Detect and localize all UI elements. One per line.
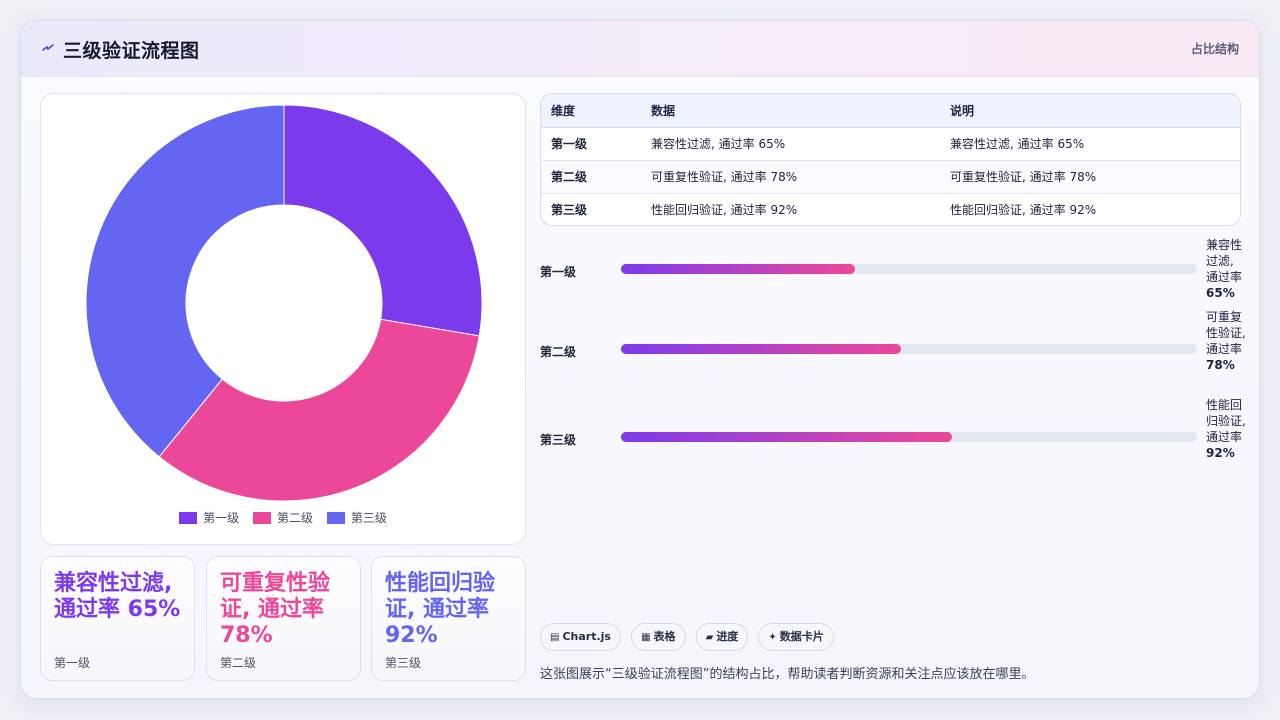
stat-label-3: 第三级: [385, 656, 422, 670]
legend-item-2[interactable]: 第二级: [252, 509, 313, 526]
lightning-icon: [42, 44, 54, 51]
legend-swatch-1: [179, 512, 198, 524]
table-cell: 第二级: [541, 160, 641, 194]
progress-text-3: 性能回归验证, 通过率 92%: [1206, 397, 1246, 461]
table-cell: 第三级: [551, 203, 588, 218]
chart-icon: ▤: [550, 632, 560, 643]
stat-value-1: 兼容性过滤, 通过率 65%: [54, 571, 181, 622]
progress-label-1: 第一级: [540, 265, 577, 279]
stat-label-1: 第一级: [54, 656, 91, 670]
chip-label: 表格: [653, 630, 676, 643]
data-table: 维度 数据 说明 第一级 兼容性过滤, 通过率 65% 兼容性过滤, 通过率 6…: [541, 94, 1240, 225]
legend-swatch-2: [252, 512, 271, 524]
donut-slice-1[interactable]: [283, 104, 483, 337]
progress-fill-3: [621, 432, 952, 442]
stat-card-3: 性能回归验证, 通过率 92% 第三级: [371, 556, 526, 681]
chip-label: 进度: [716, 630, 739, 643]
donut-chart: [85, 104, 483, 502]
table-row: 第一级 兼容性过滤, 通过率 65% 兼容性过滤, 通过率 65%: [541, 127, 1240, 161]
page-title: 三级验证流程图: [63, 40, 200, 62]
table-cell: 兼容性过滤, 通过率 65%: [641, 127, 940, 161]
stat-label-2: 第二级: [220, 656, 257, 670]
progress-value-1: 65%: [1206, 286, 1235, 300]
data-table-panel: 维度 数据 说明 第一级 兼容性过滤, 通过率 65% 兼容性过滤, 通过率 6…: [540, 93, 1241, 226]
stat-value-2: 可重复性验证, 通过率 78%: [220, 571, 331, 648]
category-badge: 占比结构: [1190, 42, 1239, 56]
donut-slice-2[interactable]: [158, 318, 480, 502]
legend-item-3[interactable]: 第三级: [326, 509, 387, 526]
table-cell: 性能回归验证, 通过率 92%: [950, 203, 1097, 218]
stat-card-2: 可重复性验证, 通过率 78% 第二级: [206, 556, 361, 681]
progress-track-1: [621, 264, 1197, 274]
chip-label: 数据卡片: [779, 630, 824, 643]
table-header-note: 说明: [940, 94, 1240, 128]
chip-chartjs[interactable]: ▤ Chart.js: [540, 623, 621, 651]
table-cell: 第一级: [541, 127, 641, 161]
table-icon: ▦: [641, 632, 651, 643]
legend-label-1: 第一级: [203, 511, 240, 525]
table-header-row: 维度 数据 说明: [541, 94, 1240, 128]
progress-value-3: 92%: [1206, 446, 1235, 460]
table-header-dimension: 维度: [541, 94, 641, 128]
legend-label-3: 第三级: [350, 511, 387, 525]
chip-data-cards[interactable]: ✦ 数据卡片: [758, 623, 834, 651]
table-cell: 性能回归验证, 通过率 92%: [651, 203, 798, 218]
table-row: 第三级 性能回归验证, 通过率 92% 性能回归验证, 通过率 92%: [541, 193, 1240, 225]
chip-label: Chart.js: [562, 630, 611, 643]
progress-label-2: 第二级: [540, 345, 577, 359]
header-bar: 三级验证流程图 占比结构: [21, 21, 1259, 77]
table-row: 第二级 可重复性验证, 通过率 78% 可重复性验证, 通过率 78%: [541, 160, 1240, 194]
progress-text-1: 兼容性过滤, 通过率 65%: [1206, 237, 1246, 301]
stat-value-3: 性能回归验证, 通过率 92%: [385, 571, 496, 648]
chart-description: 这张图展示“三级验证流程图”的结构占比，帮助读者判断资源和关注点应该放在哪里。: [540, 667, 1035, 682]
progress-desc-2: 可重复性验证, 通过率: [1206, 310, 1246, 356]
sparkle-icon: ✦: [768, 632, 777, 643]
chip-table[interactable]: ▦ 表格: [631, 623, 686, 651]
chart-legend: 第一级 第二级 第三级: [41, 509, 525, 526]
chip-progress[interactable]: ▰ 进度: [695, 623, 749, 651]
table-header-data: 数据: [641, 94, 940, 128]
progress-text-2: 可重复性验证, 通过率 78%: [1206, 309, 1246, 373]
progress-desc-3: 性能回归验证, 通过率: [1206, 398, 1246, 444]
table-cell: 兼容性过滤, 通过率 65%: [940, 127, 1240, 161]
progress-value-2: 78%: [1206, 358, 1235, 372]
stat-card-1: 兼容性过滤, 通过率 65% 第一级: [40, 556, 195, 681]
tag-chips: ▤ Chart.js ▦ 表格 ▰ 进度 ✦ 数据卡片: [540, 623, 839, 651]
progress-track-2: [621, 344, 1197, 354]
donut-chart-panel: 第一级 第二级 第三级: [40, 93, 526, 545]
progress-fill-1: [621, 264, 855, 274]
main-card: 三级验证流程图 占比结构 第一级 第二级 第三级 兼容性过滤, 通过率 65% …: [20, 20, 1260, 699]
progress-track-3: [621, 432, 1197, 442]
table-cell: 可重复性验证, 通过率 78%: [641, 160, 940, 194]
progress-desc-1: 兼容性过滤, 通过率: [1206, 238, 1243, 284]
legend-item-1[interactable]: 第一级: [179, 509, 239, 526]
progress-label-3: 第三级: [540, 433, 577, 447]
progress-icon: ▰: [705, 632, 714, 643]
legend-swatch-3: [326, 512, 345, 524]
progress-fill-2: [621, 344, 901, 354]
legend-label-2: 第二级: [276, 511, 313, 525]
table-cell: 可重复性验证, 通过率 78%: [940, 160, 1240, 194]
progress-list: 第一级 兼容性过滤, 通过率 65% 第二级 可重复性验证, 通过率 78% 第三级…: [540, 237, 1246, 497]
